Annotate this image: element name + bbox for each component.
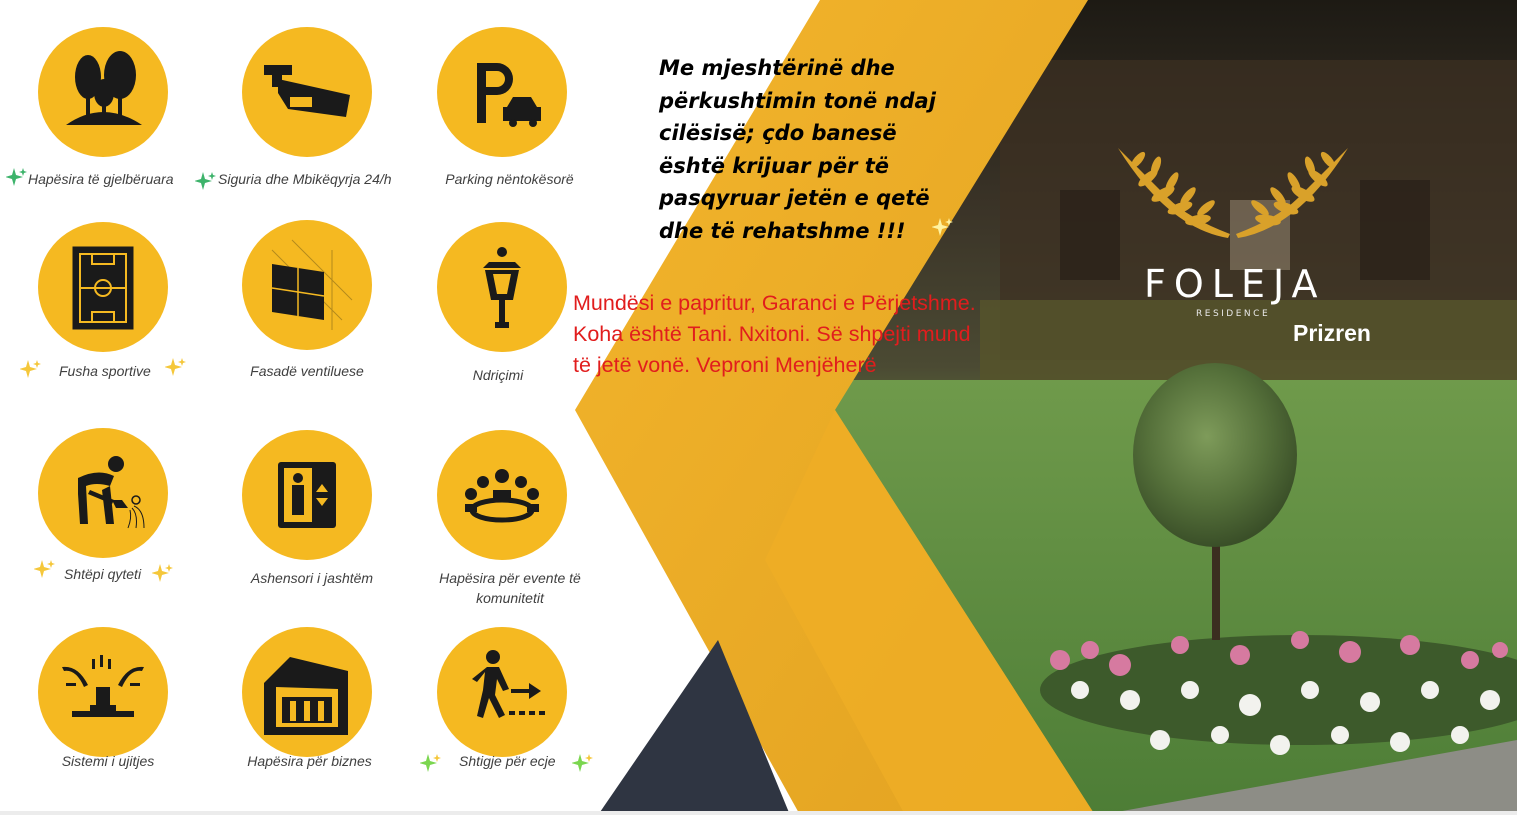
sparkle-icon xyxy=(33,558,56,580)
quote-line: është krijuar për të xyxy=(659,153,890,178)
poster: Hapësira të gjelbëruara Siguria dhe Mbik… xyxy=(0,0,1517,815)
feature-circle-community xyxy=(437,430,567,560)
feature-label: Fasadë ventiluese xyxy=(250,363,364,379)
quote-line: cilësisë; çdo banesë xyxy=(659,121,897,145)
feature-circle-green-spaces xyxy=(38,27,168,157)
feature-label: komunitetit xyxy=(476,590,544,606)
feature-circle-lighting xyxy=(437,222,567,352)
feature-label: Ashensori i jashtëm xyxy=(250,570,374,586)
trees-icon xyxy=(66,51,142,125)
facade-panel-icon xyxy=(271,239,353,330)
feature-circle-irrigation xyxy=(38,627,168,757)
promo-line: Mundësi e papritur, Garanci e Përjetshme… xyxy=(573,291,976,315)
feature-circle-facade xyxy=(242,220,372,350)
quote-line: përkushtimin tonë ndaj xyxy=(659,88,936,113)
feature-label: Hapësira të gjelbëruara xyxy=(28,171,174,187)
feature-circle-business xyxy=(242,627,372,757)
feature-label: Sistemi i ujitjes xyxy=(61,753,155,769)
promo-text: Mundësi e papritur, Garanci e Përjetshme… xyxy=(573,288,1133,381)
gardener-icon xyxy=(78,456,145,529)
feature-label: Shtëpi qyteti xyxy=(64,566,142,582)
feature-label: Hapësira për biznes xyxy=(247,753,372,769)
sparkle-icon xyxy=(151,562,174,584)
feature-circle-sports-field xyxy=(38,222,168,352)
sparkle-icon xyxy=(571,752,594,774)
elevator-icon xyxy=(278,462,336,528)
sparkle-icon xyxy=(19,358,42,380)
sparkle-icon xyxy=(419,752,442,774)
quote-line-text: dhe të rehatshme !!! xyxy=(659,218,906,243)
sparkle-icon xyxy=(164,356,187,378)
street-lamp-icon xyxy=(483,247,521,328)
feature-label: Fusha sportive xyxy=(59,363,151,379)
feature-circle-walking-paths xyxy=(437,627,567,757)
feature-label: Shtigje për ecje xyxy=(459,753,556,769)
sparkle-icon xyxy=(5,166,28,188)
walking-person-icon xyxy=(472,650,545,718)
feature-label: Hapësira për evente të xyxy=(439,570,581,586)
feature-circle-elevator xyxy=(242,430,372,560)
sparkle-icon xyxy=(931,216,954,238)
feature-circle-security xyxy=(242,27,372,157)
feature-label: Siguria dhe Mbikëqyrja 24/h xyxy=(218,171,392,187)
sprinkler-icon xyxy=(62,655,144,717)
feature-circle-town-house xyxy=(38,428,168,558)
brand-city: Prizren xyxy=(1293,320,1371,346)
business-building-icon xyxy=(264,657,348,735)
feature-label: Ndriçimi xyxy=(472,367,524,383)
sparkle-icon xyxy=(194,170,217,192)
security-camera-icon xyxy=(264,65,350,117)
brand-name: FOLEJA xyxy=(1144,262,1326,306)
quote-line: Me mjeshtërinë dhe xyxy=(659,56,895,80)
brand-subtitle: RESIDENCE xyxy=(1196,309,1271,319)
laurel-wreath-logo xyxy=(1118,148,1348,238)
promo-line: Koha është Tani. Nxitoni. Së shpejti mun… xyxy=(573,322,971,346)
parking-icon xyxy=(477,63,541,127)
quote-line: pasqyruar jetën e qetë xyxy=(659,186,930,210)
promo-line: të jetë vonë. Veproni Menjëherë xyxy=(573,353,877,377)
football-field-icon xyxy=(72,246,134,330)
feature-label: Parking nëntokësorë xyxy=(445,171,574,187)
community-group-icon xyxy=(465,469,539,523)
feature-circle-parking xyxy=(437,27,567,157)
